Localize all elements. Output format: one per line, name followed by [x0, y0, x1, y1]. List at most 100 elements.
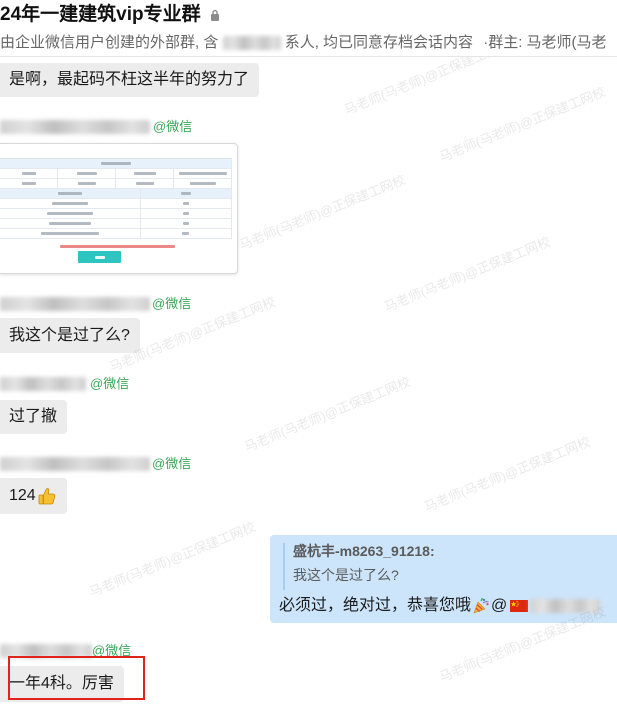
- table-cell: [141, 229, 232, 238]
- red-notice-line: [60, 245, 175, 248]
- china-flag-icon: [510, 600, 529, 612]
- thumbs-up-icon: [37, 486, 57, 506]
- watermark: 马老师(马老师)@正保建工网校: [237, 171, 408, 253]
- table-row: [0, 229, 232, 239]
- sender-name[interactable]: @微信: [0, 456, 200, 472]
- title-row: 24年一建建筑vip专业群: [0, 1, 220, 29]
- illegible-text: [182, 232, 190, 235]
- lock-icon: [210, 9, 220, 21]
- illegible-text: [189, 182, 216, 185]
- redacted-sender-name: [0, 457, 150, 471]
- illegible-text: [133, 172, 156, 175]
- subtitle-suffix: 系人, 均已同意存档会话内容: [284, 34, 474, 51]
- sender-name[interactable]: @微信: [0, 119, 200, 135]
- redacted-sender-name: [0, 644, 92, 658]
- sender-name[interactable]: @微信: [0, 376, 200, 392]
- score-table-image: [0, 158, 232, 239]
- sender-name[interactable]: @微信: [0, 643, 200, 659]
- table-row: [0, 219, 232, 229]
- quote-text[interactable]: 我这个是过了么?: [293, 566, 399, 584]
- mention-at: @: [491, 597, 508, 614]
- illegible-text: [94, 255, 105, 259]
- watermark: 马老师(马老师)@正保建工网校: [342, 57, 513, 118]
- table-row: [0, 179, 232, 189]
- illegible-text: [77, 182, 96, 185]
- quote-author[interactable]: 盛杭丰-m8263_91218:: [293, 542, 435, 560]
- message-text: 过了撤: [9, 408, 58, 425]
- chat-window: 24年一建建筑vip专业群 由企业微信用户创建的外部群, 含 系人, 均已同意存…: [0, 0, 617, 704]
- group-title: 24年一建建筑vip专业群: [0, 4, 201, 25]
- illegible-text: [182, 202, 189, 205]
- table-cell: [58, 179, 116, 188]
- table-header-row: [0, 159, 232, 169]
- redacted-mention-name: [530, 599, 601, 613]
- table-cell: [0, 179, 58, 188]
- message-bubble[interactable]: 一年4科。厉害: [0, 666, 124, 702]
- illegible-text: [182, 212, 189, 215]
- illegible-text: [21, 182, 36, 185]
- table-row: [0, 209, 232, 219]
- illegible-text: [21, 172, 36, 175]
- outgoing-message-bubble[interactable]: 盛杭丰-m8263_91218: 我这个是过了么? 必须过，绝对过，恭喜您哦 @: [270, 535, 617, 623]
- redacted-sender-name: [0, 120, 150, 134]
- wechat-tag: @微信: [153, 119, 193, 134]
- illegible-text: [182, 222, 189, 225]
- table-cell: [116, 179, 174, 188]
- table-header-row: [0, 189, 232, 199]
- party-popper-icon: [472, 597, 490, 615]
- table-cell: [174, 169, 232, 178]
- table-cell: [141, 219, 232, 228]
- reply-text-row: 必须过，绝对过，恭喜您哦 @: [279, 595, 601, 617]
- wechat-tag: @微信: [152, 296, 192, 311]
- watermark: 马老师(马老师)@正保建工网校: [87, 518, 258, 600]
- table-cell: [0, 189, 141, 198]
- image-message[interactable]: [0, 143, 238, 274]
- quote-bar: [283, 543, 285, 590]
- message-text: 我这个是过了么?: [9, 326, 130, 344]
- table-cell: [174, 179, 232, 188]
- table-cell: [0, 219, 141, 228]
- table-cell: [0, 169, 58, 178]
- illegible-text: [76, 172, 97, 175]
- table-row: [0, 199, 232, 209]
- illegible-text: [40, 232, 99, 235]
- redacted-member-count: [222, 36, 281, 51]
- table-cell: [0, 159, 232, 168]
- message-bubble[interactable]: 是啊，最起码不枉这半年的努力了: [0, 63, 260, 97]
- watermark: 马老师(马老师)@正保建工网校: [242, 373, 413, 455]
- message-bubble[interactable]: 过了撤: [0, 400, 68, 434]
- wechat-tag: @微信: [92, 643, 132, 658]
- message-text: 一年4科。厉害: [9, 675, 114, 692]
- subtitle-prefix: 由企业微信用户创建的外部群, 含: [0, 34, 219, 51]
- message-text: 是啊，最起码不枉这半年的努力了: [9, 71, 250, 88]
- wechat-tag: @微信: [152, 456, 192, 471]
- illegible-text: [180, 192, 191, 195]
- illegible-text: [48, 222, 91, 225]
- sender-name[interactable]: @微信: [0, 296, 200, 312]
- table-cell: [141, 199, 232, 208]
- watermark: 马老师(马老师)@正保建工网校: [382, 233, 553, 315]
- table-cell: [141, 209, 232, 218]
- illegible-text: [46, 212, 93, 215]
- wechat-tag: @微信: [90, 376, 130, 391]
- message-list[interactable]: 是啊，最起码不枉这半年的努力了 @微信 @微信 我这个是过了么? @微信 过了撤…: [0, 57, 617, 704]
- message-text: 124: [9, 487, 36, 504]
- illegible-text: [51, 202, 88, 205]
- watermark: 马老师(马老师)@正保建工网校: [437, 83, 608, 165]
- watermark: 马老师(马老师)@正保建工网校: [422, 433, 593, 515]
- image-button: [78, 251, 121, 263]
- table-cell: [0, 229, 141, 238]
- redacted-sender-name: [0, 297, 150, 311]
- table-cell: [0, 199, 141, 208]
- redacted-sender-name: [0, 377, 86, 391]
- table-cell: [116, 169, 174, 178]
- message-bubble[interactable]: 我这个是过了么?: [0, 318, 140, 353]
- message-bubble[interactable]: 124: [0, 478, 67, 514]
- illegible-text: [178, 172, 227, 175]
- table-cell: [58, 169, 116, 178]
- illegible-text: [135, 182, 154, 185]
- message-text: 必须过，绝对过，恭喜您哦: [279, 597, 472, 614]
- table-cell: [0, 209, 141, 218]
- group-subtitle: 由企业微信用户创建的外部群, 含 系人, 均已同意存档会话内容 ·群主: 马老师…: [0, 33, 617, 53]
- illegible-text: [100, 162, 131, 165]
